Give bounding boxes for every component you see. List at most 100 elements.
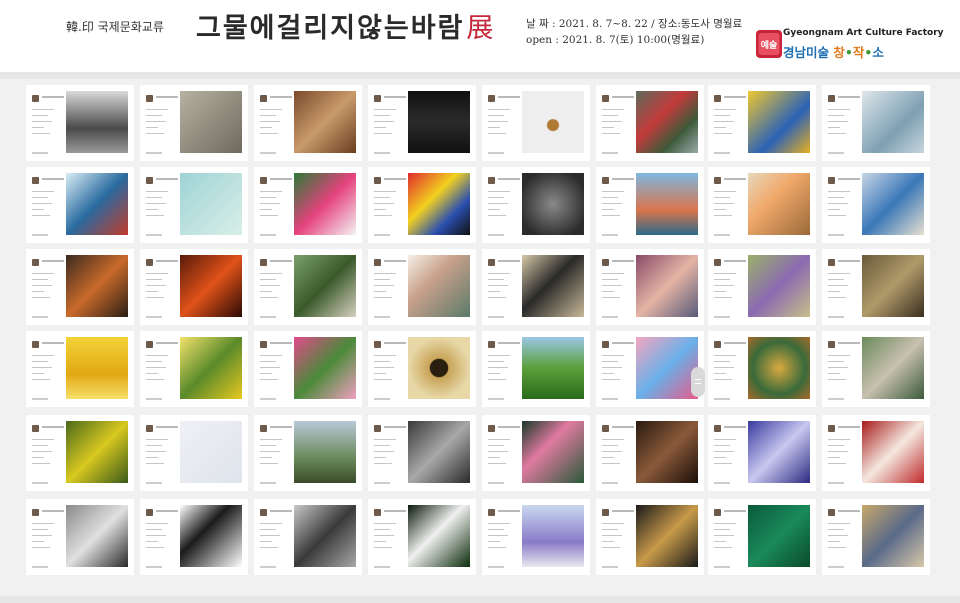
caption-line xyxy=(714,457,726,458)
artist-avatar xyxy=(602,259,609,266)
caption-line xyxy=(602,297,620,298)
artwork-panel xyxy=(26,167,134,243)
artwork-image xyxy=(408,91,470,153)
caption-line xyxy=(374,121,394,122)
caption-line xyxy=(602,457,614,458)
artwork-image xyxy=(294,173,356,235)
artwork-panel xyxy=(26,499,134,575)
caption-line xyxy=(146,215,164,216)
artwork-image xyxy=(636,91,698,153)
artwork-panel xyxy=(482,331,590,407)
artwork-panel xyxy=(482,415,590,491)
artwork-panel xyxy=(254,249,362,325)
caption-line xyxy=(488,547,506,548)
artwork-panel xyxy=(708,499,816,575)
artwork-image xyxy=(636,255,698,317)
panel-footer-line xyxy=(32,316,48,318)
caption-line xyxy=(260,535,280,536)
artist-avatar xyxy=(828,95,835,102)
caption-line xyxy=(602,463,620,464)
artwork-panel xyxy=(708,249,816,325)
caption-line xyxy=(146,457,158,458)
caption-line xyxy=(260,373,272,374)
caption-line xyxy=(602,273,624,274)
artwork-panel xyxy=(368,331,476,407)
caption-line xyxy=(828,109,850,110)
artwork-panel xyxy=(368,167,476,243)
exhibition-title-text: 그물에걸리지않는바람 xyxy=(196,13,465,44)
caption-line xyxy=(260,379,278,380)
artwork-image xyxy=(294,91,356,153)
artwork-image xyxy=(522,91,584,153)
header-divider xyxy=(0,72,960,79)
logo-name-korean: 경남미술 창•작•소 xyxy=(783,42,884,61)
caption-line xyxy=(32,361,48,362)
caption-line xyxy=(374,197,390,198)
caption-line xyxy=(146,127,158,128)
caption-line xyxy=(602,285,622,286)
caption-line xyxy=(32,209,44,210)
panel-footer-line xyxy=(374,566,390,568)
artwork-image xyxy=(294,421,356,483)
caption-line xyxy=(714,523,736,524)
artwork-panel xyxy=(482,249,590,325)
artist-name-line xyxy=(270,178,292,180)
caption-line xyxy=(714,291,726,292)
panel-footer-line xyxy=(260,566,276,568)
artwork-panel xyxy=(822,499,930,575)
artwork-panel xyxy=(822,415,930,491)
artist-avatar xyxy=(714,177,721,184)
caption-line xyxy=(260,355,282,356)
caption-line xyxy=(146,535,166,536)
scroll-handle[interactable] xyxy=(691,367,705,397)
artist-avatar xyxy=(714,95,721,102)
caption-line xyxy=(828,297,846,298)
caption-line xyxy=(828,361,844,362)
artist-name-line xyxy=(42,510,64,512)
caption-line xyxy=(714,209,726,210)
artist-avatar xyxy=(146,95,153,102)
artwork-panel xyxy=(140,249,248,325)
caption-line xyxy=(260,203,280,204)
artist-name-line xyxy=(724,510,746,512)
caption-line xyxy=(828,457,840,458)
artwork-image xyxy=(294,505,356,567)
artwork-image xyxy=(862,91,924,153)
artist-avatar xyxy=(602,95,609,102)
caption-line xyxy=(374,463,392,464)
artist-name-line xyxy=(270,342,292,344)
artist-name-line xyxy=(270,510,292,512)
artwork-panel xyxy=(482,499,590,575)
caption-line xyxy=(32,355,54,356)
panel-footer-line xyxy=(146,234,162,236)
panel-footer-line xyxy=(32,482,48,484)
caption-line xyxy=(374,445,390,446)
artist-avatar xyxy=(146,509,153,516)
caption-line xyxy=(602,529,618,530)
caption-line xyxy=(374,451,394,452)
artwork-image xyxy=(636,337,698,399)
artist-name-line xyxy=(498,260,520,262)
panel-footer-line xyxy=(714,316,730,318)
logo-mark-text: 예술 xyxy=(761,39,778,51)
artist-avatar xyxy=(374,95,381,102)
caption-line xyxy=(488,535,508,536)
caption-line xyxy=(32,191,54,192)
caption-line xyxy=(260,445,276,446)
artist-name-line xyxy=(156,342,178,344)
caption-line xyxy=(488,379,506,380)
panel-footer-line xyxy=(32,152,48,154)
caption-line xyxy=(488,523,510,524)
caption-line xyxy=(714,133,732,134)
caption-line xyxy=(488,279,504,280)
artwork-panel xyxy=(368,499,476,575)
caption-line xyxy=(374,279,390,280)
caption-line xyxy=(32,115,48,116)
caption-line xyxy=(828,291,840,292)
artwork-panel xyxy=(482,85,590,161)
panel-footer-line xyxy=(260,234,276,236)
artwork-panel xyxy=(254,167,362,243)
artwork-panel xyxy=(26,415,134,491)
artwork-image xyxy=(748,505,810,567)
caption-line xyxy=(32,203,52,204)
